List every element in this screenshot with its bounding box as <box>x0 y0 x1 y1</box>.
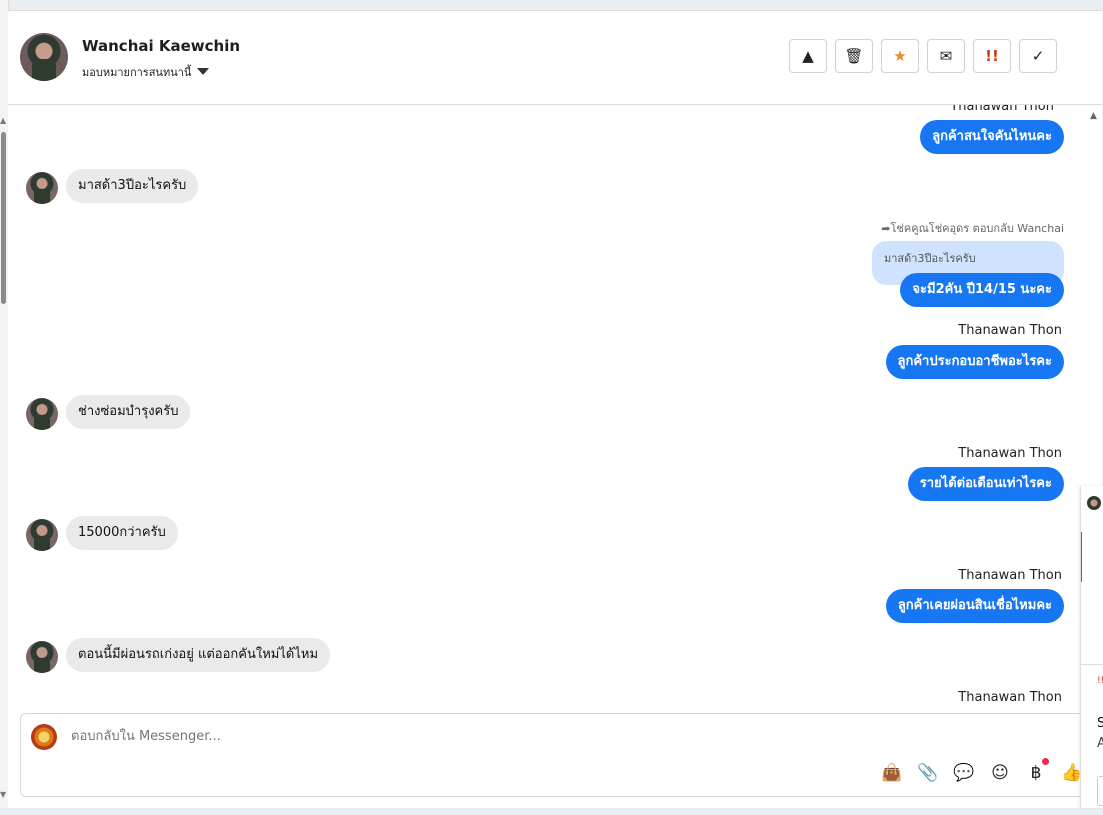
follow-up-button[interactable]: !! <box>973 39 1011 73</box>
page: ▲ ▼ Wanchai Kaewchin มอบหมายการสนทนานี้ … <box>0 0 1103 815</box>
reply-input[interactable] <box>69 728 673 745</box>
mark-unread-button[interactable]: ✉ <box>927 39 965 73</box>
sender-name: Thanawan Thon <box>958 323 1062 338</box>
incoming-message[interactable]: 15000กว่าครับ <box>66 516 178 550</box>
page-avatar <box>31 724 57 750</box>
scrollbar-thumb[interactable] <box>1 132 6 304</box>
side-badge-icon: !! <box>1097 676 1103 686</box>
star-icon: ★ <box>893 47 907 65</box>
message-list[interactable]: Thanawan Thon ลูกค้าสนใจคันไหนคะ มาสด้า3… <box>8 105 1088 713</box>
assign-label: มอบหมายการสนทนานี้ <box>82 66 192 79</box>
outgoing-message[interactable]: ลูกค้าสนใจคันไหนคะ <box>920 120 1064 154</box>
side-panel: !! S A <box>1080 486 1103 808</box>
sender-name: Thanawan Thon <box>958 568 1062 583</box>
sender-name: Thanawan Thon <box>958 446 1062 461</box>
shopping-bag-icon[interactable]: 👜 <box>881 762 903 784</box>
saved-replies-icon[interactable]: 💬 <box>953 762 975 784</box>
emoji-icon[interactable]: ☺ <box>989 762 1011 784</box>
side-text-1: S <box>1097 716 1103 731</box>
reply-indicator: ➦โช่คคูณโช่คอุดร ตอบกลับ Wanchai <box>881 219 1064 237</box>
trash-icon: 🗑 <box>844 47 864 65</box>
assign-conversation-dropdown[interactable]: มอบหมายการสนทนานี้ <box>82 63 210 81</box>
check-icon: ✓ <box>1031 47 1045 65</box>
scroll-down-arrow-icon[interactable]: ▼ <box>0 790 6 799</box>
contact-avatar-small <box>26 172 58 204</box>
conversation-header: Wanchai Kaewchin มอบหมายการสนทนานี้ ▲ 🗑 … <box>8 11 1102 105</box>
payment-baht-icon[interactable]: ฿ <box>1025 758 1049 784</box>
outgoing-message[interactable]: ลูกค้าประกอบอาชีพอะไรคะ <box>885 345 1064 379</box>
outgoing-message[interactable]: รายได้ต่อเดือนเท่าไรคะ <box>907 467 1064 501</box>
contact-avatar-small <box>26 519 58 551</box>
contact-name[interactable]: Wanchai Kaewchin <box>82 37 240 55</box>
scroll-up-arrow-icon[interactable]: ▲ <box>1090 111 1097 121</box>
sender-name: Thanawan Thon <box>950 105 1054 114</box>
contact-avatar[interactable] <box>20 33 68 81</box>
delete-button[interactable]: 🗑 <box>835 39 873 73</box>
incoming-message[interactable]: ช่างซ่อมบำรุงครับ <box>66 395 191 429</box>
contact-avatar-small <box>26 398 58 430</box>
side-frame <box>1081 532 1086 582</box>
mark-done-button[interactable]: ✓ <box>1019 39 1057 73</box>
outgoing-message[interactable]: ลูกค้าเคยผ่อนสินเชื่อไหมคะ <box>885 589 1064 623</box>
side-text-2: A <box>1097 736 1103 751</box>
sender-name: Thanawan Thon <box>958 690 1062 705</box>
contact-avatar-small <box>26 641 58 673</box>
paperclip-icon[interactable]: 📎 <box>917 762 939 784</box>
caret-down-icon <box>197 68 210 75</box>
outgoing-message[interactable]: จะมี2คัน ปี14/15 นะคะ <box>900 273 1064 307</box>
incoming-message[interactable]: มาสด้า3ปีอะไรครับ <box>66 169 199 203</box>
urgent-icon: !! <box>985 47 999 65</box>
scroll-up-arrow-icon[interactable]: ▲ <box>0 116 6 125</box>
side-button[interactable] <box>1097 776 1103 806</box>
star-button[interactable]: ★ <box>881 39 919 73</box>
incoming-message[interactable]: ตอนนี้มีผ่อนรถเก่งอยู่ แต่ออกคันใหม่ได้ไ… <box>66 638 331 672</box>
contact-avatar-mini[interactable] <box>1087 496 1101 510</box>
envelope-open-icon: ✉ <box>939 47 953 65</box>
reply-arrow-icon: ➦ <box>881 222 891 235</box>
conversation-toolbar: ▲ 🗑 ★ ✉ !! ✓ <box>789 39 1057 73</box>
notification-dot <box>1042 758 1049 765</box>
side-divider <box>1081 664 1103 665</box>
composer-actions: 👜 📎 💬 ☺ ฿ 👍 <box>881 758 1083 784</box>
report-spam-button[interactable]: ▲ <box>789 39 827 73</box>
reply-composer: 👜 📎 💬 ☺ ฿ 👍 <box>20 713 1090 797</box>
reply-meta-text: โช่คคูณโช่คอุดร ตอบกลับ Wanchai <box>890 222 1065 235</box>
warning-icon: ▲ <box>802 47 814 65</box>
conversation-panel: Wanchai Kaewchin มอบหมายการสนทนานี้ ▲ 🗑 … <box>8 10 1102 808</box>
